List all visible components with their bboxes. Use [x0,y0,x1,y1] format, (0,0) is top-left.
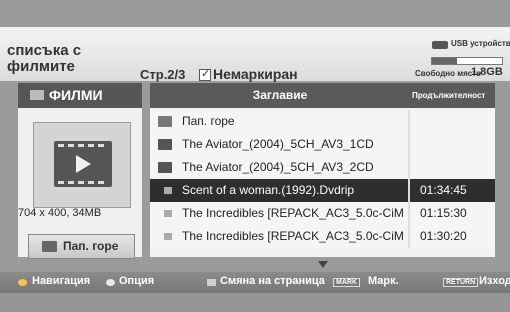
video-file-icon [164,210,172,217]
video-thumbnail [33,122,131,208]
mark-key-icon: MARK [333,278,360,287]
column-divider [408,133,410,156]
video-file-icon [164,187,172,194]
film-icon [30,90,44,100]
video-file-icon [54,141,112,187]
movie-list-screen: списъка с филмите Стр.2/3 Немаркиран USB… [0,0,510,312]
scroll-down-icon[interactable] [318,261,328,268]
folder-up-icon [42,241,57,252]
row-title: The Aviator_(2004)_5CH_AV3_2CD [182,160,374,174]
return-key-icon: RETURN [443,278,479,287]
file-row[interactable]: Scent of a woman.(1992).Dvdrip 01:34:45 [150,179,495,202]
folder-icon [158,139,172,150]
column-divider [408,225,410,248]
page-indicator: Стр.2/3 [140,67,186,82]
column-divider [408,110,410,133]
row-title: The Incredibles [REPACK_AC3_5.0c-CiM [182,229,404,243]
footer-bar: Навигация Опция Смяна на страница MARK М… [0,272,510,293]
footer-option: Опция [119,275,155,287]
usb-icon [432,41,448,49]
row-title: The Incredibles [REPACK_AC3_5.0c-CiM [182,206,404,220]
resolution-info: 704 x 400, 34MB [18,207,102,219]
folder-row[interactable]: The Aviator_(2004)_5CH_AV3_2CD [150,156,495,179]
column-divider [408,156,410,179]
list-header: Заглавие Продължителност [150,83,495,108]
footer-navigation: Навигация [32,275,91,287]
filter-label[interactable]: Немаркиран [213,66,298,82]
page-title: списъка с филмите [7,42,82,75]
header-bar: списъка с филмите Стр.2/3 Немаркиран USB… [0,27,510,92]
folder-row[interactable]: The Aviator_(2004)_5CH_AV3_1CD [150,133,495,156]
file-row[interactable]: The Incredibles [REPACK_AC3_5.0c-CiM 01:1… [150,202,495,225]
duration-column-header: Продължителност [412,91,486,100]
file-list: Заглавие Продължителност Пап. горе The Av… [150,83,495,257]
row-duration: 01:34:45 [420,183,467,197]
row-title: Scent of a woman.(1992).Dvdrip [182,183,355,197]
navigation-icon [18,279,27,286]
folder-icon [158,162,172,173]
video-file-icon [164,233,172,240]
footer-page-change: Смяна на страница [220,275,325,287]
films-section-header: ФИЛМИ [18,83,142,108]
page-change-icon [207,279,216,286]
play-icon [76,155,91,173]
folder-up-button[interactable]: Пап. горе [28,234,135,259]
filter-checkbox[interactable] [199,67,211,81]
bottom-bar [0,293,510,312]
option-icon [106,279,115,286]
row-duration: 01:30:20 [420,229,467,243]
title-column-header: Заглавие [252,88,308,102]
column-divider [408,179,410,202]
storage-bar-fill [432,58,457,64]
row-title: Пап. горе [182,114,235,128]
footer-exit[interactable]: Изход [479,275,510,287]
row-duration: 01:15:30 [420,206,467,220]
storage-bar [431,57,503,65]
row-title: The Aviator_(2004)_5CH_AV3_1CD [182,137,374,151]
column-divider [408,202,410,225]
movie-preview-panel: ФИЛМИ 704 x 400, 34MB Пап. горе [18,83,142,259]
folder-up-row[interactable]: Пап. горе [150,110,495,133]
usb-device-label: USB устройство [451,39,510,48]
footer-mark: Марк. [368,275,399,287]
free-space-value: 1.8GB [471,66,503,78]
file-row[interactable]: The Incredibles [REPACK_AC3_5.0c-CiM 01:3… [150,225,495,248]
folder-up-icon [158,116,172,127]
